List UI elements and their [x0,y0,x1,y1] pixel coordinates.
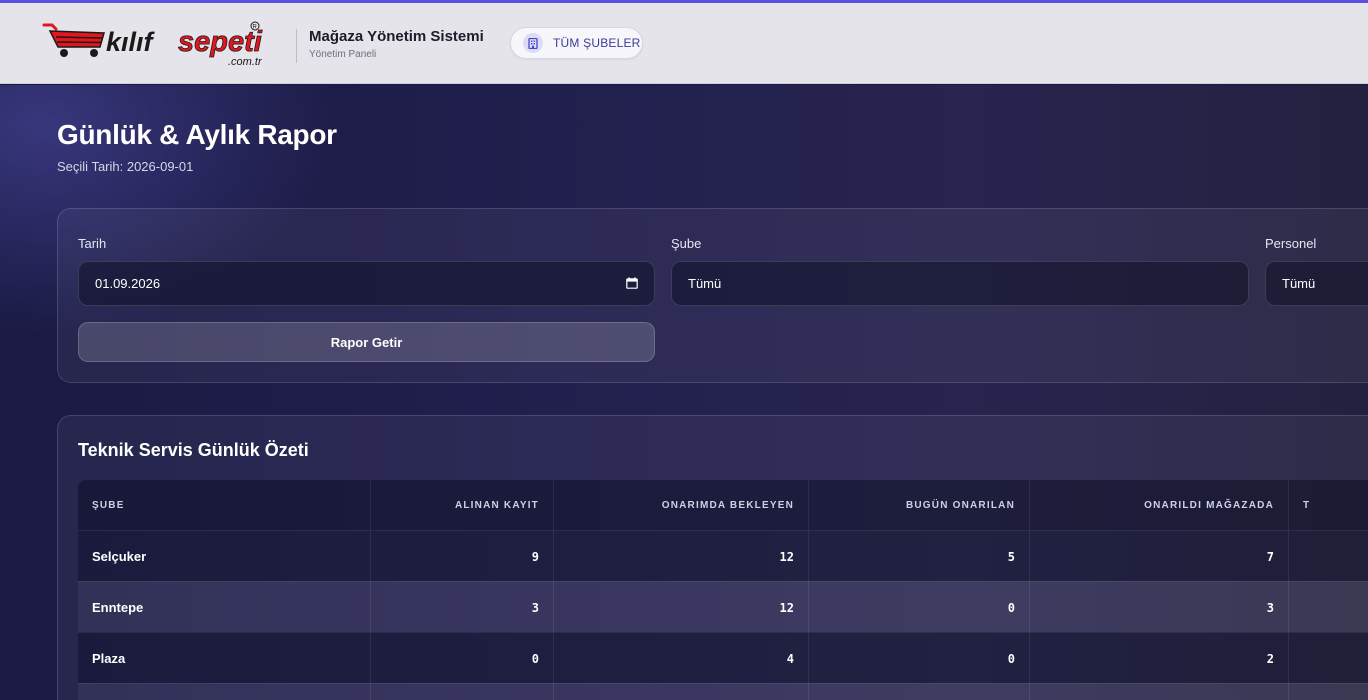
col-branch[interactable]: ŞUBE [78,480,371,530]
cell-received: 3 [371,582,554,633]
table-row[interactable] [78,683,1368,700]
page-title: Günlük & Aylık Rapor [57,119,337,150]
get-report-button[interactable]: Rapor Getir [78,322,655,362]
tech-service-summary-card: Teknik Servis Günlük Özeti ŞUBE ALINAN K… [57,415,1368,700]
report-filter-card: Tarih 01.09.2026 Şube Tümü Personel Tümü… [57,208,1368,383]
app-title: Mağaza Yönetim Sistemi [309,28,484,45]
cell-repaired-today [809,684,1030,700]
cell-received: 9 [371,531,554,582]
cell-truncated [1289,582,1368,633]
col-received[interactable]: ALINAN KAYIT [371,480,554,530]
summary-table: ŞUBE ALINAN KAYIT ONARIMDA BEKLEYEN BUGÜ… [78,480,1368,700]
table-header: ŞUBE ALINAN KAYIT ONARIMDA BEKLEYEN BUGÜ… [78,480,1368,530]
cell-received [371,684,554,700]
cell-branch: Selçuker [78,531,371,582]
logo-word-kilif: kılıf [106,27,156,57]
main-content: Günlük & Aylık Rapor Seçili Tarih: 2026-… [0,85,1368,700]
cell-waiting: 4 [554,633,809,684]
cell-repaired-today: 5 [809,531,1030,582]
col-repaired-in-store[interactable]: ONARILDI MAĞAZADA [1030,480,1289,530]
col-truncated[interactable]: T [1289,480,1368,530]
kilif-sepeti-logo[interactable]: kılıf sepeti R .com.tr [42,19,286,71]
table-row[interactable]: Plaza 0 4 0 2 [78,632,1368,684]
cell-waiting: 12 [554,582,809,633]
date-input[interactable]: 01.09.2026 [78,261,655,306]
all-branches-button[interactable]: TÜM ŞUBELER [510,27,643,59]
building-icon [523,33,543,53]
cart-icon [42,23,105,57]
table-row[interactable]: Selçuker 9 12 5 7 [78,530,1368,582]
cell-truncated [1289,633,1368,684]
app-header: kılıf sepeti R .com.tr Mağaza Yönetim Si… [0,3,1368,84]
summary-title: Teknik Servis Günlük Özeti [78,440,309,460]
app-subtitle: Yönetim Paneli [309,49,377,60]
col-waiting-repair[interactable]: ONARIMDA BEKLEYEN [554,480,809,530]
cell-waiting: 12 [554,531,809,582]
cell-in-store: 2 [1030,633,1289,684]
branch-select[interactable]: Tümü [671,261,1249,306]
staff-select-value: Tümü [1282,276,1316,291]
cell-branch: Enntepe [78,582,371,633]
cell-repaired-today: 0 [809,582,1030,633]
svg-text:R: R [253,25,258,31]
branch-select-value: Tümü [688,276,722,291]
cell-received: 0 [371,633,554,684]
branch-label: Şube [671,236,702,251]
all-branches-label: TÜM ŞUBELER [553,36,641,50]
cell-in-store [1030,684,1289,700]
table-row[interactable]: Enntepe 3 12 0 3 [78,581,1368,633]
header-divider [296,29,297,63]
date-label: Tarih [78,236,107,251]
cell-waiting [554,684,809,700]
calendar-icon[interactable] [626,277,638,289]
logo-domain: .com.tr [228,56,263,68]
date-input-value: 01.09.2026 [95,276,161,291]
cell-branch: Plaza [78,633,371,684]
logo-word-sepeti: sepeti [178,26,263,58]
cell-truncated [1289,684,1368,700]
staff-select[interactable]: Tümü [1265,261,1368,306]
col-repaired-today[interactable]: BUGÜN ONARILAN [809,480,1030,530]
cell-branch [78,684,371,700]
cell-in-store: 3 [1030,582,1289,633]
cell-in-store: 7 [1030,531,1289,582]
cell-truncated [1289,531,1368,582]
staff-label: Personel [1265,236,1317,251]
cell-repaired-today: 0 [809,633,1030,684]
selected-date-text: Seçili Tarih: 2026-09-01 [57,159,194,174]
